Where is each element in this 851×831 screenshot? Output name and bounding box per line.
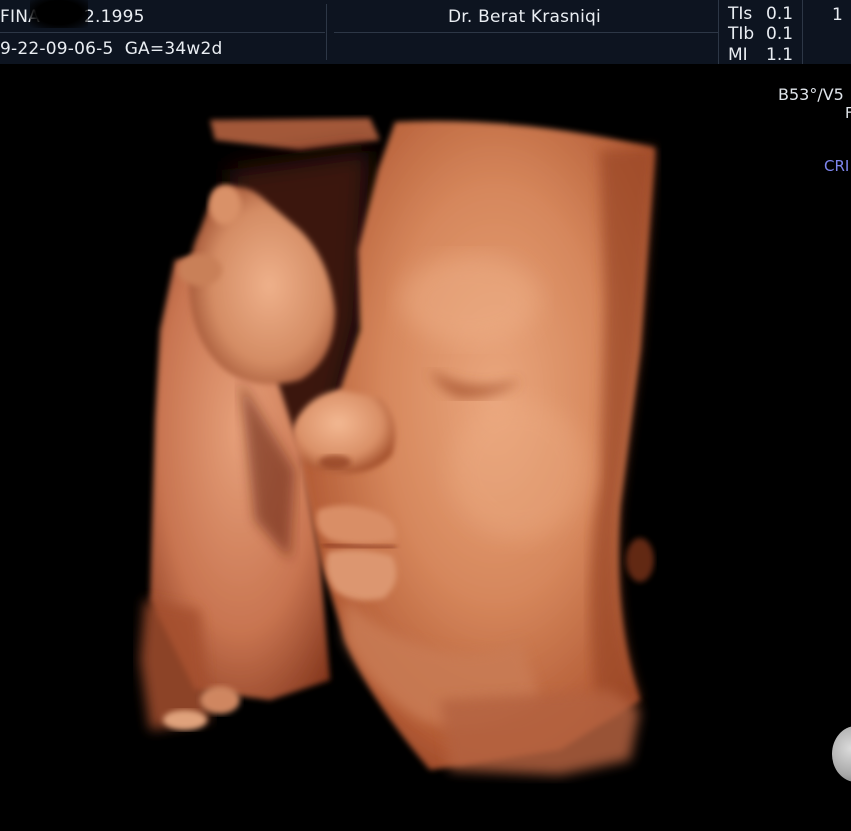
header-divider: [802, 0, 803, 64]
finger-tip: [209, 185, 241, 225]
probe-setting: B53°/V5: [778, 85, 844, 104]
mi-label: MI: [728, 45, 748, 65]
lower-right-tissue: [440, 690, 640, 775]
brow-highlight: [400, 255, 540, 345]
patient-birth-date: 2.1995: [84, 7, 145, 27]
fetal-3d-render[interactable]: [0, 64, 851, 831]
tissue-blob: [163, 710, 207, 730]
ultrasound-screen: FINA 2.1995 9-22-09-06-5 GA=34w2d Dr. Be…: [0, 0, 851, 831]
header-divider: [718, 0, 719, 64]
cri-mode-label[interactable]: CRI: [824, 157, 849, 175]
header-divider: [334, 32, 718, 33]
upper-tissue: [210, 118, 380, 150]
tib-label: TIb: [728, 24, 755, 44]
nostril: [319, 455, 351, 469]
header-divider: [0, 32, 325, 33]
tissue-blob: [200, 686, 240, 714]
tis-value: 0.1: [766, 4, 794, 24]
privacy-mask: [30, 0, 88, 28]
edge-fragment: [626, 538, 654, 582]
knuckle: [178, 254, 222, 286]
corner-number: 1: [832, 5, 843, 25]
probe-sub-setting: F: [845, 104, 851, 122]
header-divider: [326, 4, 327, 60]
patient-header-bar: FINA 2.1995 9-22-09-06-5 GA=34w2d Dr. Be…: [0, 0, 851, 65]
exam-id: 9-22-09-06-5 GA=34w2d: [0, 39, 223, 59]
doctor-name: Dr. Berat Krasniqi: [448, 7, 601, 27]
gestational-age: GA=34w2d: [124, 39, 223, 59]
mi-value: 1.1: [766, 45, 794, 65]
lower-tissue: [140, 600, 210, 730]
cheek-highlight: [450, 400, 590, 540]
tib-value: 0.1: [766, 24, 794, 44]
tis-label: TIs: [728, 4, 753, 24]
